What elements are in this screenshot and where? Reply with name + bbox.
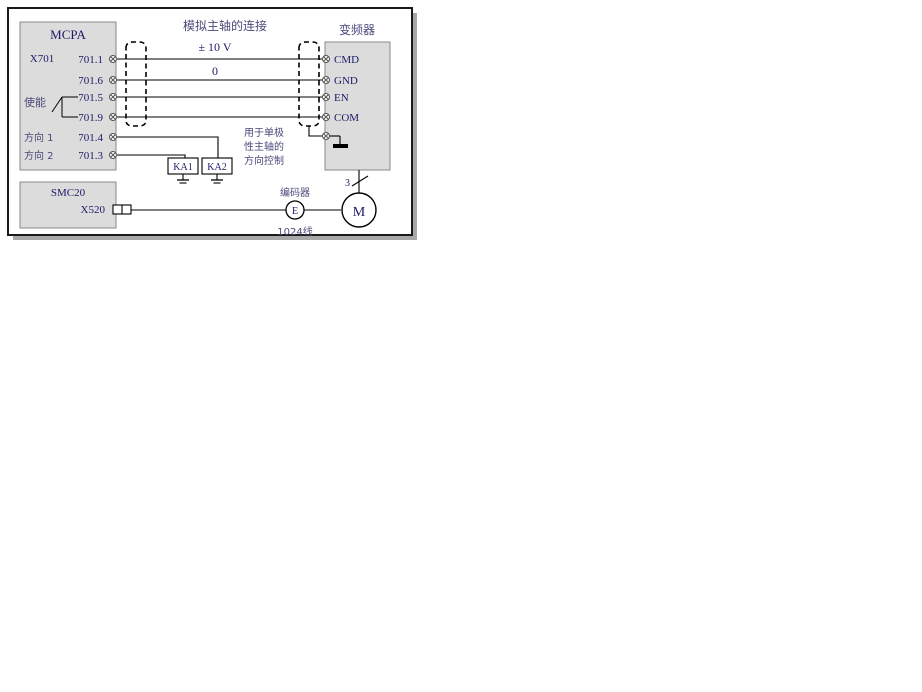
terminal-dot-701-6 [109, 76, 117, 84]
direction-control-line-1: 用于单极 [244, 126, 284, 139]
terminal-dot-cmd [322, 55, 330, 63]
mcpa-connector-label: X701 [30, 53, 54, 65]
terminal-dot-701-5 [109, 93, 117, 101]
mcpa-terminal-label-701-9: 701.9 [78, 112, 103, 124]
mcpa-terminal-label-701-6: 701.6 [78, 75, 103, 87]
terminal-dot-en [322, 93, 330, 101]
direction-1-label: 方向 1 [24, 131, 54, 144]
inverter-terminal-label-en: EN [334, 92, 349, 104]
terminal-dot-701-9 [109, 113, 117, 121]
x520-connector-plug [112, 204, 132, 215]
encoder-symbol-letter: E [292, 206, 298, 217]
smc20-connector-label: X520 [81, 204, 106, 216]
mcpa-terminal-label-701-3: 701.3 [78, 150, 103, 162]
zero-label: 0 [212, 64, 218, 78]
mcpa-title: MCPA [50, 27, 86, 42]
inverter-terminal-label-gnd: GND [334, 75, 358, 87]
terminal-dot-com [322, 113, 330, 121]
inverter-title: 变频器 [339, 22, 375, 37]
direction-control-line-2: 性主轴的 [244, 140, 284, 153]
inverter-block: 变频器 CMD GND EN COM [324, 22, 391, 171]
smc20-title: SMC20 [51, 187, 86, 199]
smc20-block: SMC20 X520 [19, 181, 117, 229]
phase-count-label: 3 [345, 178, 350, 189]
mcpa-terminal-label-701-1: 701.1 [78, 54, 103, 66]
motor-symbol: M [341, 192, 377, 228]
encoder-symbol: E [285, 200, 305, 220]
terminal-dot-gnd [322, 76, 330, 84]
inverter-terminal-label-cmd: CMD [334, 54, 359, 66]
motor-symbol-letter: M [353, 205, 366, 220]
relay-ka2-label: KA2 [207, 162, 226, 173]
spindle-wiring-diagram: MCPA X701 701.1 701.6 701.5 701.9 701.4 … [0, 0, 922, 692]
direction-control-line-3: 方向控制 [244, 154, 284, 167]
encoder-lines-label: 1024线 [277, 225, 312, 238]
inverter-terminal-label-com: COM [334, 112, 359, 124]
enable-label: 使能 [24, 95, 46, 109]
direction-2-label: 方向 2 [24, 149, 54, 162]
terminal-dot-shield-ground [322, 132, 330, 140]
figure-title: 模拟主轴的连接 [183, 18, 267, 33]
voltage-label: ± 10 V [198, 40, 231, 54]
relay-ka1-label: KA1 [173, 162, 192, 173]
mcpa-terminal-label-701-4: 701.4 [78, 132, 103, 144]
direction-control-annotation: 用于单极 性主轴的 方向控制 [244, 126, 284, 167]
mcpa-terminal-label-701-5: 701.5 [78, 92, 103, 104]
terminal-dot-701-4 [109, 133, 117, 141]
mcpa-block: MCPA X701 701.1 701.6 701.5 701.9 701.4 … [19, 21, 117, 171]
terminal-dot-701-1 [109, 55, 117, 63]
terminal-dot-701-3 [109, 151, 117, 159]
encoder-label: 编码器 [280, 186, 310, 199]
